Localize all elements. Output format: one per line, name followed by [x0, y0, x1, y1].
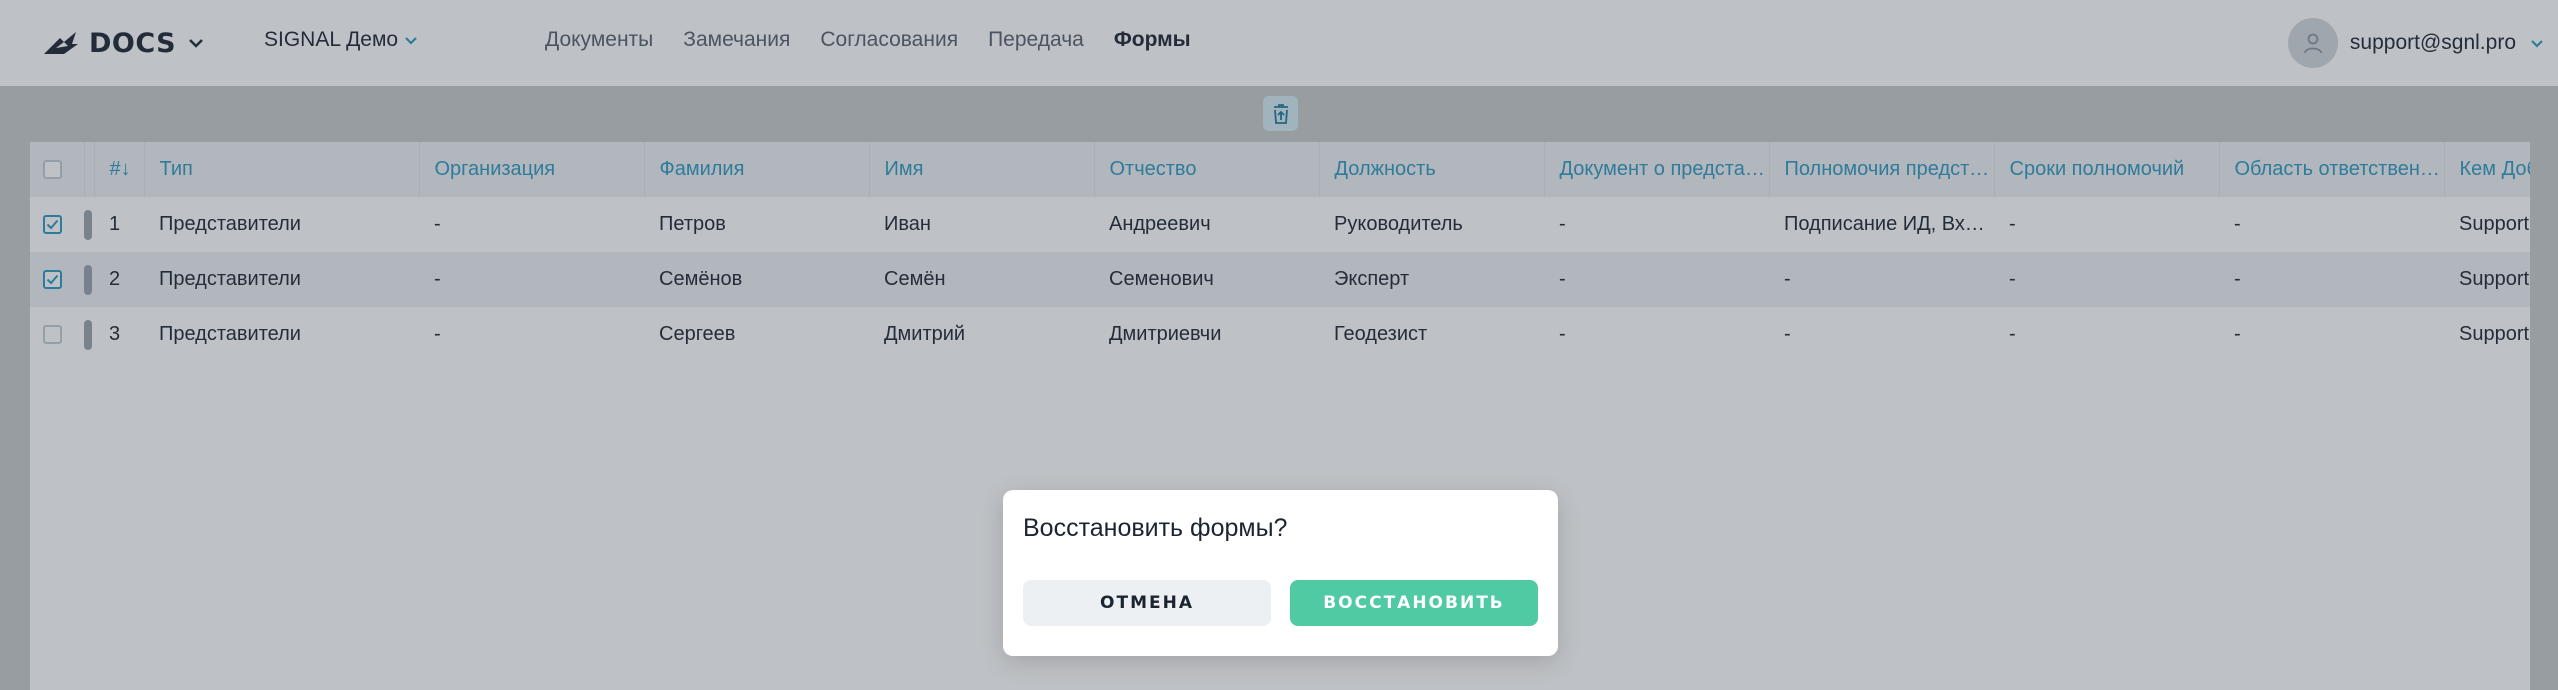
dialog-title: Восстановить формы? — [1023, 514, 1288, 542]
restore-forms-dialog: Восстановить формы? ОТМЕНА ВОССТАНОВИТЬ — [1003, 490, 1558, 656]
cancel-button[interactable]: ОТМЕНА — [1023, 580, 1271, 626]
confirm-restore-button[interactable]: ВОССТАНОВИТЬ — [1290, 580, 1538, 626]
